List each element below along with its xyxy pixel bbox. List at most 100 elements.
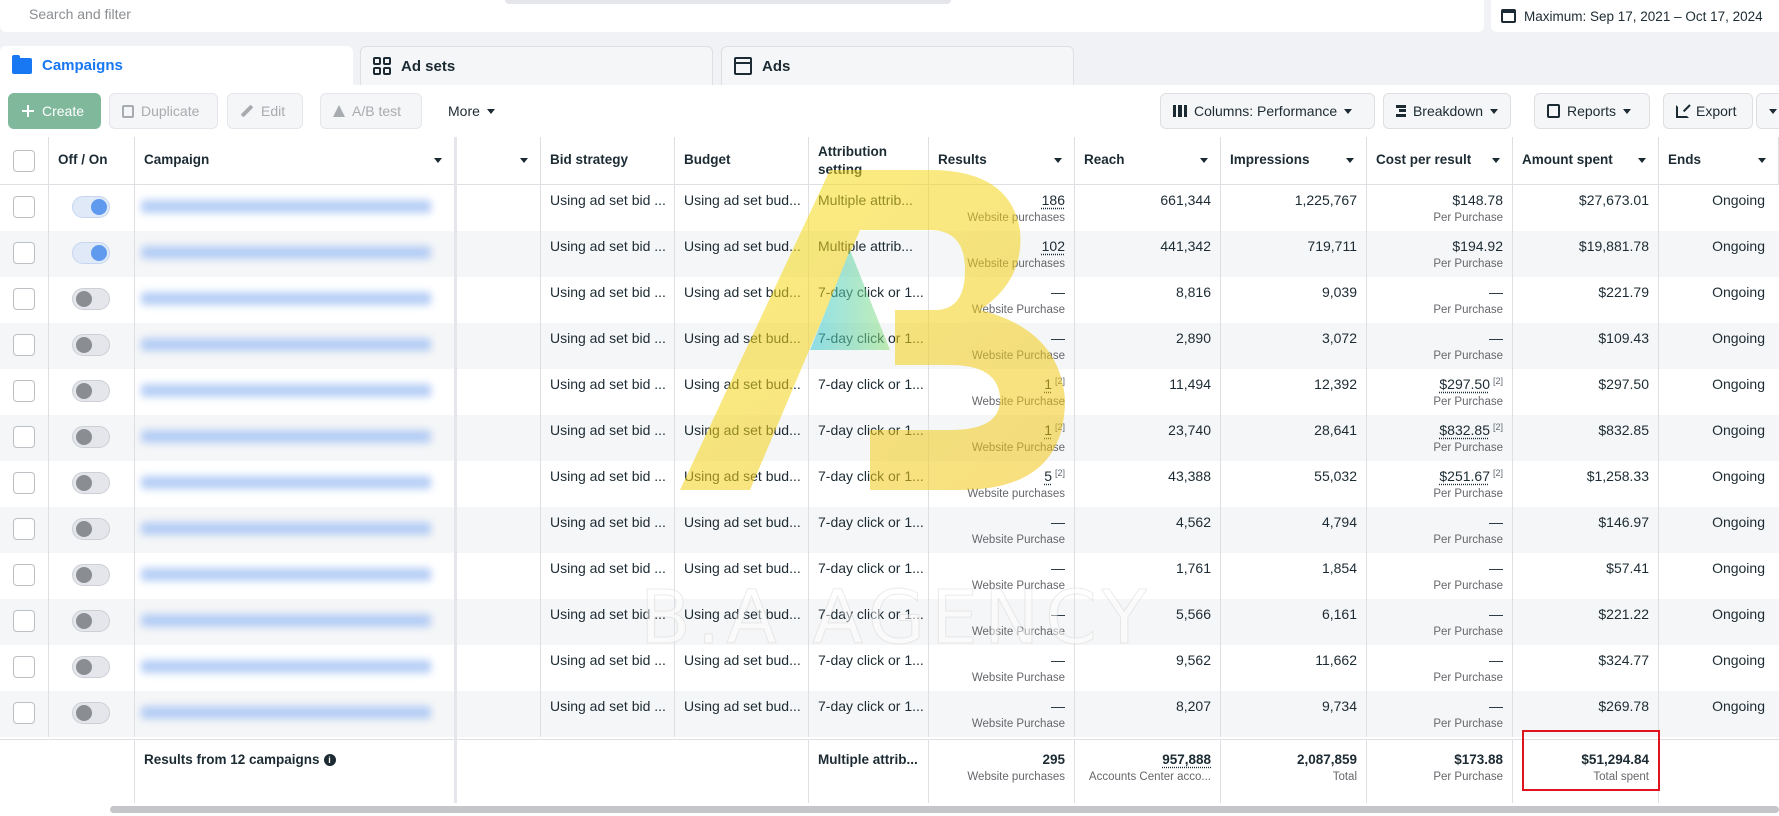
- campaign-name-redacted[interactable]: [141, 338, 431, 351]
- delivery-toggle[interactable]: [72, 610, 110, 632]
- delivery-toggle[interactable]: [72, 288, 110, 310]
- row-checkbox[interactable]: [13, 426, 35, 448]
- campaign-name-cell[interactable]: [135, 461, 455, 507]
- table-row[interactable]: Using ad set bid ... Using ad set bud...…: [0, 369, 1779, 415]
- summary-reach-value[interactable]: 957,888: [1162, 752, 1211, 767]
- amount-spent-cell: $221.79: [1513, 277, 1659, 323]
- campaign-name-cell[interactable]: [135, 231, 455, 277]
- table-row[interactable]: Using ad set bid ... Using ad set bud...…: [0, 323, 1779, 369]
- campaign-name-cell[interactable]: [135, 185, 455, 231]
- delivery-toggle[interactable]: [72, 702, 110, 724]
- more-button[interactable]: More: [435, 93, 525, 129]
- table-row[interactable]: Using ad set bid ... Using ad set bud...…: [0, 415, 1779, 461]
- delivery-toggle[interactable]: [72, 242, 110, 264]
- delivery-toggle[interactable]: [72, 334, 110, 356]
- tab-ad-sets[interactable]: Ad sets: [360, 46, 713, 85]
- search-filter-bar[interactable]: Search and filter: [0, 0, 1484, 32]
- row-checkbox[interactable]: [13, 472, 35, 494]
- tab-campaigns[interactable]: Campaigns: [0, 46, 353, 85]
- table-row[interactable]: Using ad set bid ... Using ad set bud...…: [0, 185, 1779, 231]
- bid-strategy-cell: Using ad set bid ...: [541, 645, 675, 691]
- col-off-on[interactable]: Off / On: [49, 137, 135, 185]
- col-impressions[interactable]: Impressions: [1221, 137, 1367, 185]
- breakdown-button[interactable]: Breakdown: [1383, 93, 1511, 129]
- row-checkbox[interactable]: [13, 564, 35, 586]
- budget-value: Using ad set bud...: [684, 468, 801, 484]
- impressions-value: 1,225,767: [1295, 192, 1357, 208]
- table-row[interactable]: Using ad set bid ... Using ad set bud...…: [0, 461, 1779, 507]
- delivery-toggle[interactable]: [72, 196, 110, 218]
- col-budget[interactable]: Budget: [675, 137, 809, 185]
- campaign-name-redacted[interactable]: [141, 660, 431, 673]
- campaign-name-redacted[interactable]: [141, 292, 431, 305]
- campaign-name-redacted[interactable]: [141, 614, 431, 627]
- campaign-name-cell[interactable]: [135, 507, 455, 553]
- campaign-name-cell[interactable]: [135, 415, 455, 461]
- campaign-name-redacted[interactable]: [141, 706, 431, 719]
- campaign-name-cell[interactable]: [135, 553, 455, 599]
- row-checkbox[interactable]: [13, 518, 35, 540]
- campaign-name-cell[interactable]: [135, 599, 455, 645]
- campaign-name-redacted[interactable]: [141, 384, 431, 397]
- summary-label: Results from 12 campaigns: [144, 752, 320, 767]
- row-checkbox[interactable]: [13, 334, 35, 356]
- campaign-name-cell[interactable]: [135, 277, 455, 323]
- tab-ads[interactable]: Ads: [721, 46, 1074, 85]
- edit-button[interactable]: Edit: [227, 93, 303, 129]
- row-checkbox[interactable]: [13, 242, 35, 264]
- table-row[interactable]: Using ad set bid ... Using ad set bud...…: [0, 645, 1779, 691]
- campaign-name-redacted[interactable]: [141, 430, 431, 443]
- campaign-name-redacted[interactable]: [141, 476, 431, 489]
- delivery-toggle[interactable]: [72, 472, 110, 494]
- col-amount-spent[interactable]: Amount spent: [1513, 137, 1659, 185]
- columns-button[interactable]: Columns: Performance: [1160, 93, 1375, 129]
- campaign-name-cell[interactable]: [135, 369, 455, 415]
- info-icon[interactable]: i: [324, 754, 336, 766]
- table-row[interactable]: Using ad set bid ... Using ad set bud...…: [0, 599, 1779, 645]
- col-ends[interactable]: Ends: [1659, 137, 1779, 185]
- select-all-checkbox[interactable]: [13, 150, 35, 172]
- ab-test-button[interactable]: A/B test: [320, 93, 422, 129]
- col-bid-strategy[interactable]: Bid strategy: [541, 137, 675, 185]
- pencil-icon: [241, 105, 254, 118]
- delivery-toggle[interactable]: [72, 656, 110, 678]
- row-checkbox[interactable]: [13, 288, 35, 310]
- campaign-name-redacted[interactable]: [141, 522, 431, 535]
- scrollbar-thumb[interactable]: [110, 806, 1779, 813]
- row-checkbox[interactable]: [13, 702, 35, 724]
- table-row[interactable]: Using ad set bid ... Using ad set bud...…: [0, 507, 1779, 553]
- campaign-name-redacted[interactable]: [141, 200, 431, 213]
- col-hidden[interactable]: [455, 137, 541, 185]
- col-reach[interactable]: Reach: [1075, 137, 1221, 185]
- date-range-picker[interactable]: Maximum: Sep 17, 2021 – Oct 17, 2024: [1491, 0, 1779, 32]
- row-checkbox[interactable]: [13, 656, 35, 678]
- export-button[interactable]: Export: [1663, 93, 1753, 129]
- horizontal-scrollbar[interactable]: [0, 803, 1779, 816]
- col-campaign[interactable]: Campaign: [135, 137, 455, 185]
- row-checkbox[interactable]: [13, 380, 35, 402]
- campaign-name-redacted[interactable]: [141, 246, 431, 259]
- table-row[interactable]: Using ad set bid ... Using ad set bud...…: [0, 691, 1779, 737]
- reports-button[interactable]: Reports: [1534, 93, 1650, 129]
- delivery-toggle[interactable]: [72, 380, 110, 402]
- delivery-toggle[interactable]: [72, 518, 110, 540]
- col-attribution[interactable]: Attribution setting: [809, 137, 929, 185]
- table-row[interactable]: Using ad set bid ... Using ad set bud...…: [0, 553, 1779, 599]
- col-results[interactable]: Results: [929, 137, 1075, 185]
- campaign-name-redacted[interactable]: [141, 568, 431, 581]
- delivery-toggle[interactable]: [72, 426, 110, 448]
- row-checkbox[interactable]: [13, 610, 35, 632]
- duplicate-button[interactable]: Duplicate: [109, 93, 218, 129]
- budget-value: Using ad set bud...: [684, 192, 801, 208]
- campaign-name-cell[interactable]: [135, 645, 455, 691]
- col-cost-per-result[interactable]: Cost per result: [1367, 137, 1513, 185]
- create-button[interactable]: Create: [8, 93, 101, 129]
- table-row[interactable]: Using ad set bid ... Using ad set bud...…: [0, 231, 1779, 277]
- row-checkbox[interactable]: [13, 196, 35, 218]
- table-row[interactable]: Using ad set bid ... Using ad set bud...…: [0, 277, 1779, 323]
- reach-cell: 661,344: [1075, 185, 1221, 231]
- campaign-name-cell[interactable]: [135, 323, 455, 369]
- campaign-name-cell[interactable]: [135, 691, 455, 737]
- delivery-toggle[interactable]: [72, 564, 110, 586]
- export-dropdown-button[interactable]: [1756, 93, 1779, 129]
